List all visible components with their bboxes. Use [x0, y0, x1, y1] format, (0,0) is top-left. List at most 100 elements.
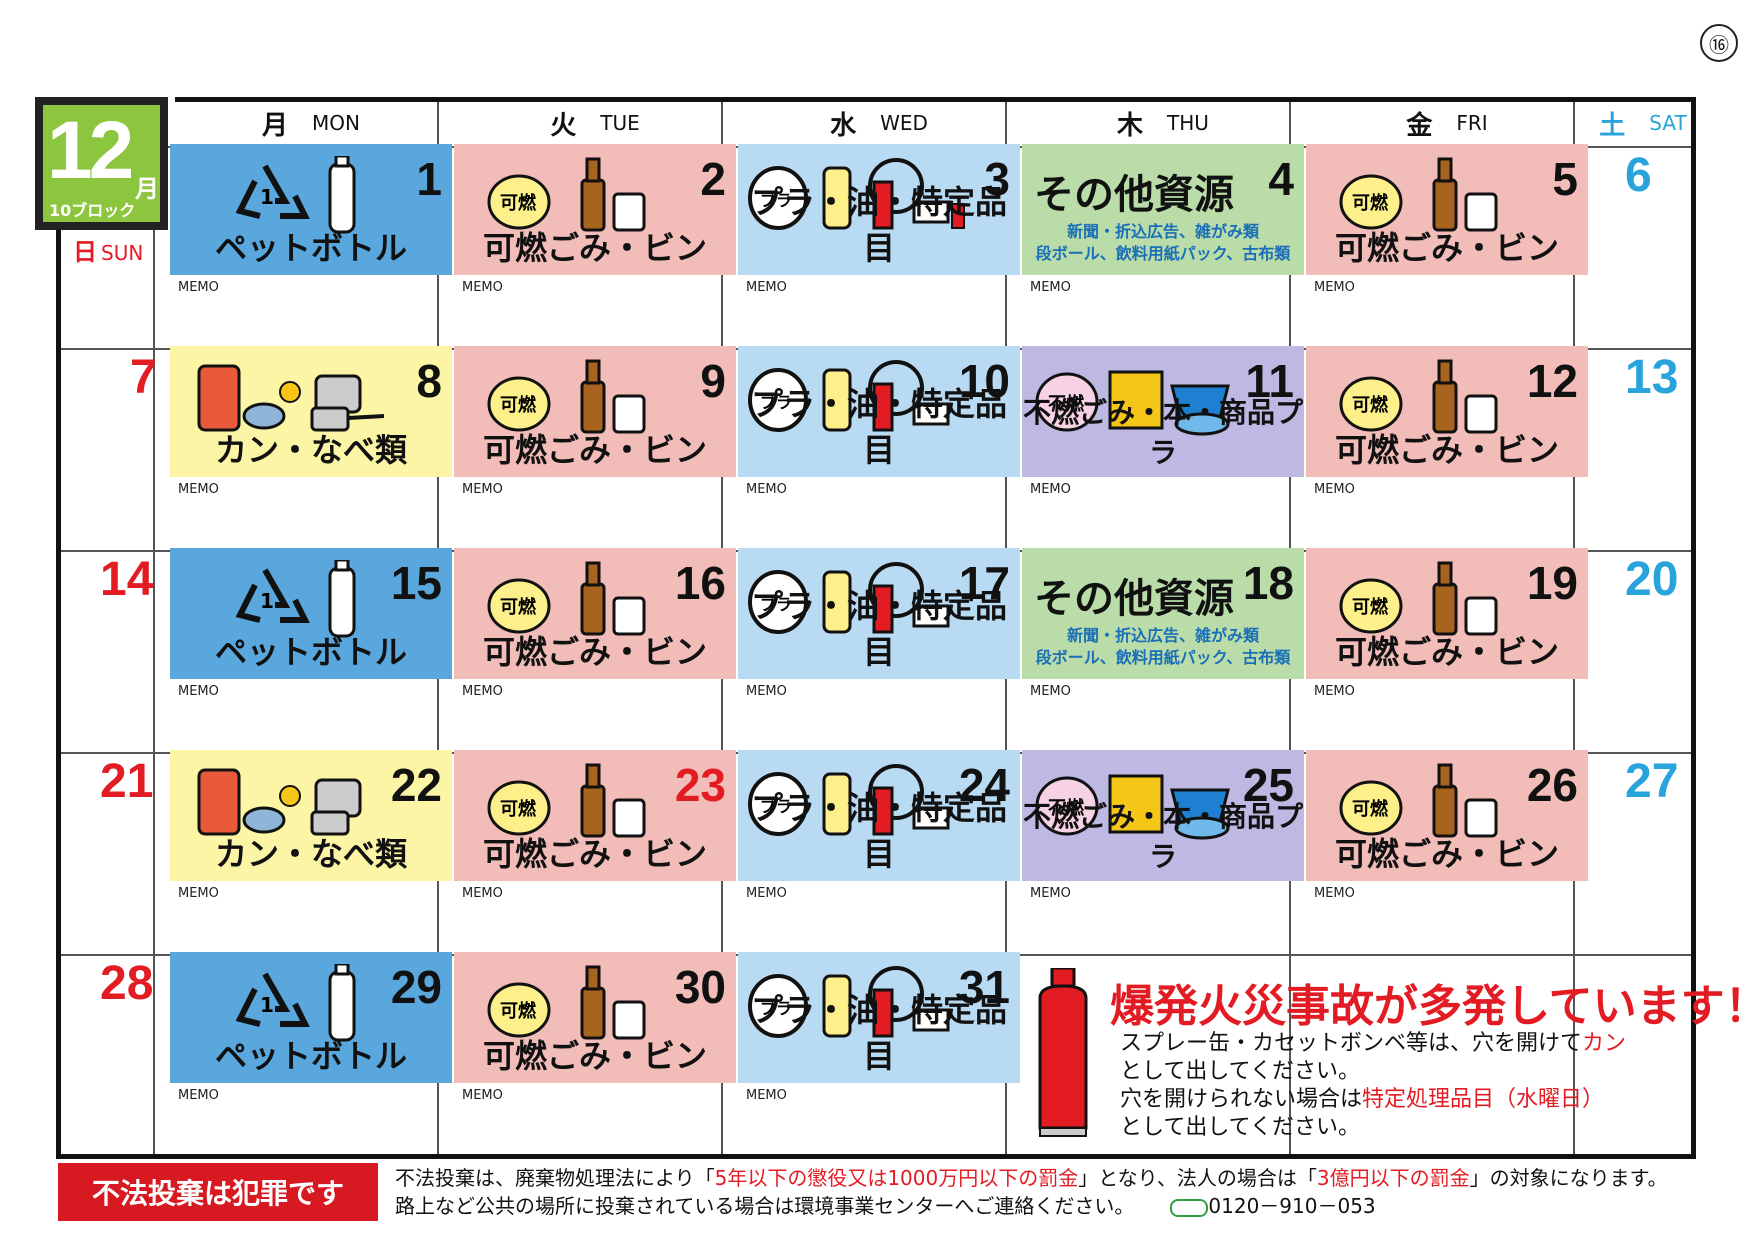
day-header-mon: 月 MON — [262, 110, 360, 141]
day-cell-pet[interactable]: 1 15 ペットボトル — [170, 548, 452, 679]
burnable-bag-bottle-icon: 可燃 — [1339, 561, 1498, 636]
day-cell-burn[interactable]: 可燃 16 可燃ごみ・ビン — [454, 548, 736, 679]
category-label: その他資源 — [1034, 576, 1234, 622]
date-number: 19 — [1526, 557, 1578, 609]
sun-date: 28 — [100, 957, 154, 1010]
day-header-wed: 水 WED — [830, 110, 928, 141]
month-suffix: 月 — [135, 175, 159, 203]
warning-body: スプレー缶・カセットボンベ等は、穴を開けてカン として出してください。 穴を開け… — [1120, 1031, 1627, 1140]
category-label: 可燃ごみ・ビン — [482, 431, 707, 469]
day-header-sat: 土 SAT — [1599, 110, 1687, 141]
can-pot-icon — [197, 768, 362, 836]
day-cell-burn[interactable]: 可燃 19 可燃ごみ・ビン — [1306, 548, 1588, 679]
svg-text:可燃: 可燃 — [500, 394, 537, 416]
date-number: 2 — [700, 153, 726, 205]
svg-text:可燃: 可燃 — [500, 798, 537, 820]
burnable-bag-bottle-icon: 可燃 — [1339, 359, 1498, 434]
day-cell-plastic[interactable]: プラ 10 プラ・油・特定品目 — [738, 346, 1020, 477]
footer-notice: 不法投棄は、廃棄物処理法により「5年以下の懲役又は1000万円以下の罰金」となり… — [395, 1166, 1668, 1218]
day-cell-plastic[interactable]: プラ 24 プラ・油・特定品目 — [738, 750, 1020, 881]
date-number: 9 — [700, 355, 726, 407]
day-cell-plastic[interactable]: プラ 31 プラ・油・特定品目 — [738, 952, 1020, 1083]
sun-date: 7 — [130, 351, 157, 404]
day-cell-burn[interactable]: 可燃 26 可燃ごみ・ビン — [1306, 750, 1588, 881]
svg-text:可燃: 可燃 — [1352, 798, 1389, 820]
memo-label: MEMO — [746, 684, 787, 699]
date-number: 30 — [674, 961, 726, 1013]
memo-label: MEMO — [178, 280, 219, 295]
phone-number[interactable]: 0120－910－053 — [1208, 1194, 1375, 1218]
day-cell-pet[interactable]: 1 29 ペットボトル — [170, 952, 452, 1083]
memo-label: MEMO — [462, 1088, 503, 1103]
svg-text:1: 1 — [260, 589, 274, 613]
day-cell-can[interactable]: 22 カン・なべ類 — [170, 750, 452, 881]
day-header-thu: 木 THU — [1117, 110, 1209, 141]
page-number: ⑯ — [1700, 24, 1738, 62]
sat-date: 27 — [1625, 755, 1679, 808]
category-label: カン・なべ類 — [214, 835, 407, 873]
svg-text:可燃: 可燃 — [500, 1000, 537, 1022]
day-cell-burn[interactable]: 可燃 5 可燃ごみ・ビン — [1306, 144, 1588, 275]
memo-label: MEMO — [462, 684, 503, 699]
memo-label: MEMO — [746, 886, 787, 901]
gas-can-icon — [1038, 968, 1088, 1137]
warning-title: 爆発火災事故が多発しています！ — [1110, 981, 1754, 1032]
sun-date: 14 — [100, 553, 154, 606]
day-cell-other[interactable]: その他資源 4 新聞・折込広告、雑がみ類 段ボール、飲料用紙パック、古布類 — [1022, 144, 1304, 275]
memo-label: MEMO — [1030, 684, 1071, 699]
day-cell-burn[interactable]: 可燃 9 可燃ごみ・ビン — [454, 346, 736, 477]
category-label: プラ・油・特定品目 — [750, 991, 1007, 1075]
date-number: 1 — [416, 153, 442, 205]
burnable-bag-bottle-icon: 可燃 — [1339, 763, 1498, 838]
date-number: 29 — [390, 961, 442, 1013]
day-cell-nonburn[interactable]: 不燃 11 不燃ごみ・本・商品プラ — [1022, 346, 1304, 477]
category-label: 可燃ごみ・ビン — [482, 633, 707, 671]
memo-label: MEMO — [178, 886, 219, 901]
svg-text:可燃: 可燃 — [500, 596, 537, 618]
category-label: ペットボトル — [214, 633, 407, 671]
category-label: ペットボトル — [214, 229, 407, 267]
category-label: 可燃ごみ・ビン — [482, 1037, 707, 1075]
burnable-bag-bottle-icon: 可燃 — [1339, 157, 1498, 232]
day-cell-burn[interactable]: 可燃 30 可燃ごみ・ビン — [454, 952, 736, 1083]
date-number: 12 — [1526, 355, 1578, 407]
day-cell-plastic[interactable]: プラ 17 プラ・油・特定品目 — [738, 548, 1020, 679]
day-header-fri: 金 FRI — [1406, 110, 1488, 141]
day-cell-other[interactable]: その他資源 18 新聞・折込広告、雑がみ類 段ボール、飲料用紙パック、古布類 — [1022, 548, 1304, 679]
memo-label: MEMO — [746, 280, 787, 295]
month-badge: 12 月 10ブロック — [35, 97, 168, 230]
category-label: カン・なべ類 — [214, 431, 407, 469]
day-cell-pet[interactable]: 1 1 ペットボトル — [170, 144, 452, 275]
category-label: プラ・油・特定品目 — [750, 789, 1007, 873]
svg-text:可燃: 可燃 — [1352, 394, 1389, 416]
day-cell-nonburn[interactable]: 不燃 25 不燃ごみ・本・商品プラ — [1022, 750, 1304, 881]
category-sublabel: 新聞・折込広告、雑がみ類 段ボール、飲料用紙パック、古布類 — [1035, 626, 1291, 667]
freedial-icon — [1170, 1198, 1209, 1217]
date-number: 16 — [674, 557, 726, 609]
day-cell-plastic[interactable]: プラ 3 プラ・油・特定品目 — [738, 144, 1020, 275]
sat-date: 6 — [1625, 149, 1652, 202]
day-cell-burn[interactable]: 可燃 12 可燃ごみ・ビン — [1306, 346, 1588, 477]
month-number: 12 — [47, 105, 134, 196]
memo-label: MEMO — [1314, 482, 1355, 497]
date-number-holiday: 23 — [674, 759, 726, 811]
category-label: 可燃ごみ・ビン — [482, 835, 707, 873]
date-number: 18 — [1242, 557, 1294, 609]
memo-label: MEMO — [462, 280, 503, 295]
can-pot-icon — [197, 364, 385, 432]
burnable-bag-bottle-icon: 可燃 — [487, 157, 646, 232]
burnable-bag-bottle-icon: 可燃 — [487, 359, 646, 434]
day-header-tue: 火 TUE — [550, 110, 640, 141]
sat-date: 20 — [1625, 553, 1679, 606]
svg-text:可燃: 可燃 — [1352, 596, 1389, 618]
memo-label: MEMO — [462, 482, 503, 497]
memo-label: MEMO — [746, 1088, 787, 1103]
svg-text:1: 1 — [260, 993, 274, 1017]
date-number: 4 — [1268, 153, 1294, 205]
memo-label: MEMO — [178, 684, 219, 699]
category-label: プラ・油・特定品目 — [750, 183, 1007, 267]
day-cell-can[interactable]: 8 カン・なべ類 — [170, 346, 452, 477]
day-cell-burn[interactable]: 可燃 2 可燃ごみ・ビン — [454, 144, 736, 275]
memo-label: MEMO — [1314, 280, 1355, 295]
day-cell-burn[interactable]: 可燃 23 可燃ごみ・ビン — [454, 750, 736, 881]
